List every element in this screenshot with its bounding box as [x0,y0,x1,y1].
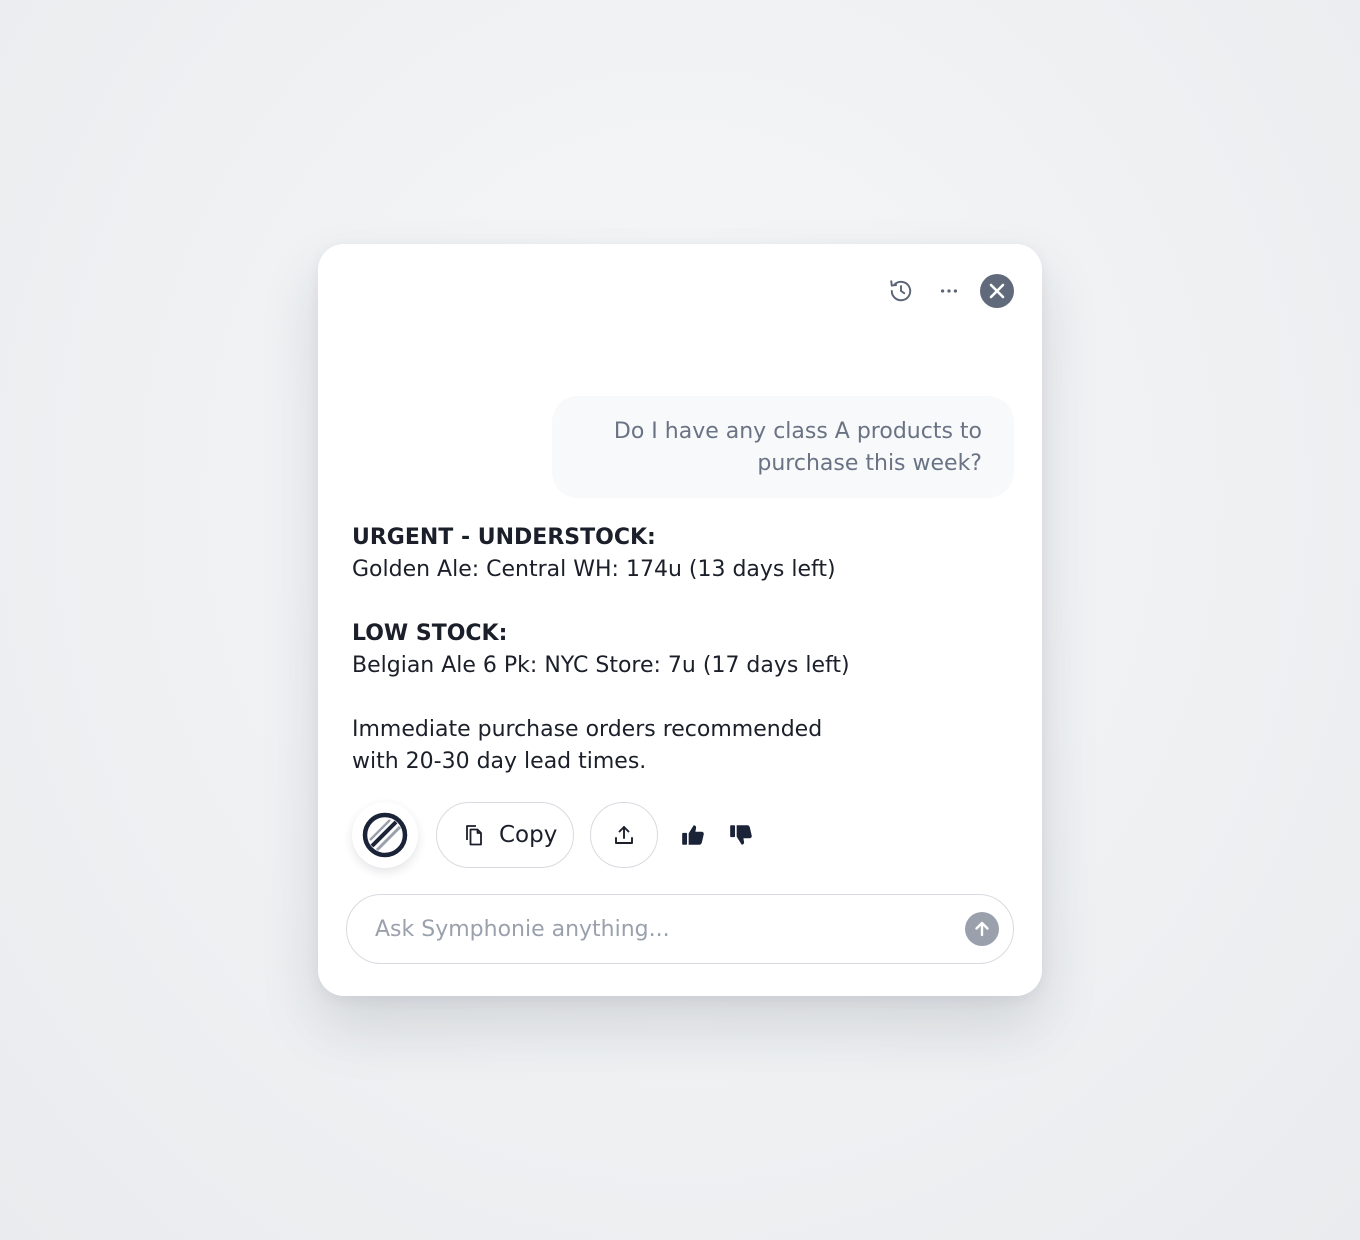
urgent-item: Golden Ale: Central WH: 174u (13 days le… [352,557,836,582]
copy-icon [466,825,482,846]
recommendation-line-2: with 20-30 day lead times. [352,749,647,774]
thumbs-down-button[interactable] [724,818,758,852]
arrow-up-icon [975,921,989,937]
upload-icon [615,826,633,844]
close-icon [989,283,1005,299]
user-message-text: Do I have any class A products to purcha… [613,419,982,476]
assistant-avatar [352,802,418,868]
more-horizontal-icon[interactable] [932,274,966,308]
message-actions: Copy [352,802,772,868]
low-stock-section: LOW STOCK: Belgian Ale 6 Pk: NYC Store: … [352,618,972,682]
recommendation-line-1: Immediate purchase orders recommended [352,717,823,742]
thumbs-up-icon [682,825,704,845]
thumbs-down-icon [730,825,752,845]
thumbs-up-button[interactable] [676,818,710,852]
copy-label: Copy [499,822,558,848]
recommendation: Immediate purchase orders recommended wi… [352,714,972,778]
send-button[interactable] [965,912,999,946]
composer [346,894,1014,964]
copy-button[interactable]: Copy [436,802,574,868]
share-button[interactable] [590,802,658,868]
close-button[interactable] [980,274,1014,308]
chat-input[interactable] [373,895,937,963]
low-stock-item: Belgian Ale 6 Pk: NYC Store: 7u (17 days… [352,653,850,678]
chat-panel: Do I have any class A products to purcha… [318,244,1042,996]
urgent-section: URGENT - UNDERSTOCK: Golden Ale: Central… [352,522,972,586]
assistant-message: URGENT - UNDERSTOCK: Golden Ale: Central… [352,522,972,810]
symphonie-logo-icon [362,812,408,858]
history-icon[interactable] [884,274,918,308]
user-message-bubble: Do I have any class A products to purcha… [552,396,1014,498]
urgent-heading: URGENT - UNDERSTOCK: [352,525,656,550]
low-stock-heading: LOW STOCK: [352,621,508,646]
header-actions [884,274,1014,308]
